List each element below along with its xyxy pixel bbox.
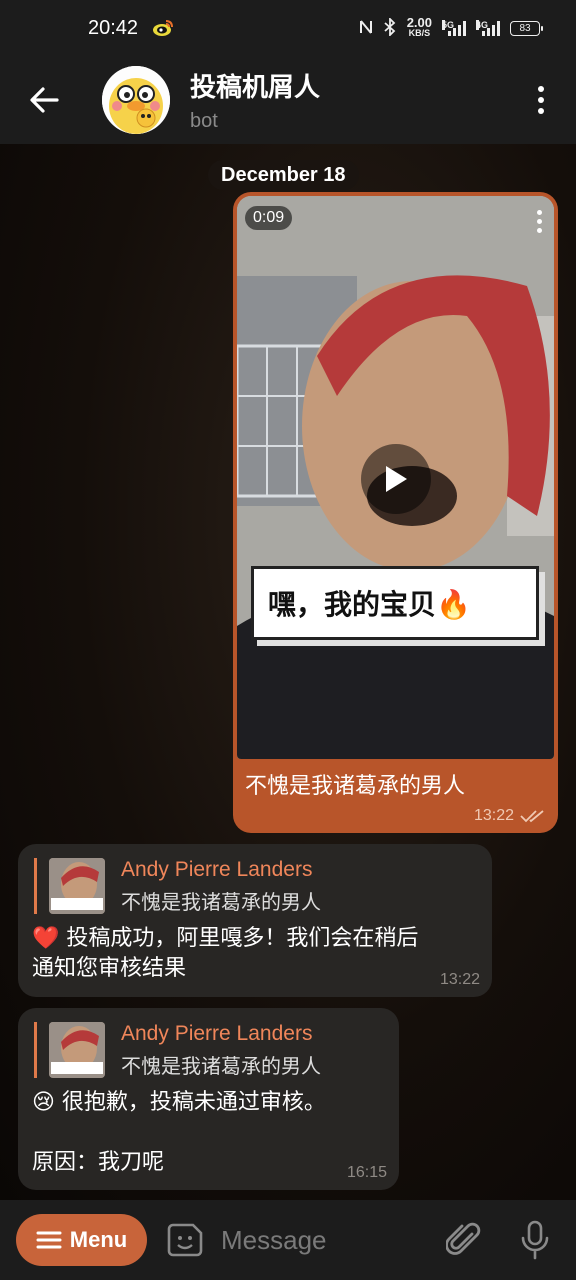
hamburger-icon — [36, 1231, 62, 1249]
signal-4g-icon: 4G — [476, 20, 500, 36]
bot-menu-button[interactable]: Menu — [16, 1214, 147, 1266]
back-button[interactable] — [0, 56, 88, 144]
dot — [538, 86, 544, 92]
duck-avatar-icon — [102, 66, 170, 134]
chat-title: 投稿机屑人 — [190, 73, 321, 103]
message-time: 16:15 — [346, 1164, 387, 1181]
more-options-button[interactable] — [506, 56, 576, 144]
menu-label: Menu — [69, 1227, 128, 1252]
reply-sender-name: Andy Pierre Landers — [121, 857, 313, 881]
message-input-bar: Menu — [0, 1200, 576, 1280]
chat-info[interactable]: 投稿机屑人 bot — [190, 67, 320, 133]
play-icon — [386, 466, 407, 492]
reply-sender-name: Andy Pierre Landers — [121, 1021, 313, 1045]
message-caption: 不愧是我诸葛承的男人 — [245, 774, 466, 799]
status-icons: 2.00 KB/S 5G 4G 83 — [359, 15, 543, 39]
message-time: 13:22 — [439, 971, 480, 988]
attach-button[interactable] — [445, 1220, 482, 1260]
arrow-left-icon — [30, 87, 59, 113]
reply-thumbnail — [49, 858, 105, 914]
incoming-message[interactable]: Andy Pierre Landers 不愧是我诸葛承的男人 ❤️ 投稿成功，阿… — [18, 844, 492, 997]
message-input[interactable] — [221, 1224, 421, 1256]
battery-level: 83 — [519, 22, 531, 34]
dot — [538, 108, 544, 114]
message-text: ❤️ 投稿成功，阿里嘎多！我们会在稍后 通知您审核结果 — [32, 926, 419, 981]
signal-5g-icon: 5G — [442, 20, 466, 36]
video-preview[interactable]: 0:09 嘿，我的宝贝🔥 — [237, 196, 554, 759]
play-button[interactable] — [361, 444, 431, 514]
microphone-icon — [521, 1220, 549, 1260]
message-text: 😢 很抱歉，投稿未通过审核。 原因：我刀呢 — [32, 1090, 326, 1175]
signal-4g-label: 4G — [476, 20, 489, 30]
network-speed-unit: KB/S — [408, 28, 431, 38]
double-check-icon — [520, 810, 544, 823]
chat-header: 投稿机屑人 bot — [0, 56, 576, 144]
reply-content: Andy Pierre Landers 不愧是我诸葛承的男人 — [121, 858, 321, 915]
weibo-notification-icon — [152, 19, 174, 37]
reply-preview[interactable]: Andy Pierre Landers 不愧是我诸葛承的男人 — [34, 1022, 321, 1078]
nfc-icon — [359, 19, 373, 38]
video-duration: 0:09 — [245, 206, 293, 230]
battery-icon: 83 — [510, 20, 543, 36]
message-meta: 13:22 — [474, 807, 546, 825]
chat-area[interactable]: December 18 0:09 嘿，我的宝贝🔥 不愧是我诸葛承的男人 13:2… — [0, 144, 576, 1200]
reply-content: Andy Pierre Landers 不愧是我诸葛承的男人 — [121, 1022, 321, 1079]
dot — [537, 210, 542, 215]
reply-thumbnail — [49, 1022, 105, 1078]
video-sticker-text: 嘿，我的宝贝🔥 — [251, 566, 539, 640]
dot — [537, 219, 542, 224]
message-time: 13:22 — [473, 807, 514, 824]
reply-message-text: 不愧是我诸葛承的男人 — [121, 889, 321, 914]
chat-subtitle: bot — [190, 110, 218, 132]
video-options-button[interactable] — [537, 210, 542, 233]
dot — [537, 228, 542, 233]
signal-5g-label: 5G — [442, 20, 455, 30]
outgoing-video-message[interactable]: 0:09 嘿，我的宝贝🔥 不愧是我诸葛承的男人 13:22 — [233, 192, 558, 833]
network-speed-value: 2.00 — [406, 15, 432, 30]
incoming-message[interactable]: Andy Pierre Landers 不愧是我诸葛承的男人 😢 很抱歉，投稿未… — [18, 1008, 399, 1190]
reply-thumbnail-image — [49, 858, 105, 914]
status-bar: 20:42 2.00 KB/S 5G 4G 83 — [0, 0, 576, 56]
reply-thumbnail-image — [49, 1022, 105, 1078]
sticker-button[interactable] — [167, 1221, 205, 1259]
avatar[interactable] — [102, 66, 170, 134]
reply-preview[interactable]: Andy Pierre Landers 不愧是我诸葛承的男人 — [34, 858, 321, 914]
bluetooth-icon — [383, 16, 397, 39]
reply-message-text: 不愧是我诸葛承的男人 — [121, 1053, 321, 1078]
dot — [538, 97, 544, 103]
sticker-icon — [167, 1223, 203, 1257]
paperclip-icon — [445, 1222, 481, 1255]
date-separator: December 18 — [208, 160, 359, 190]
network-speed: 2.00 KB/S — [406, 15, 432, 39]
status-time: 20:42 — [88, 16, 139, 39]
voice-message-button[interactable] — [520, 1220, 550, 1260]
